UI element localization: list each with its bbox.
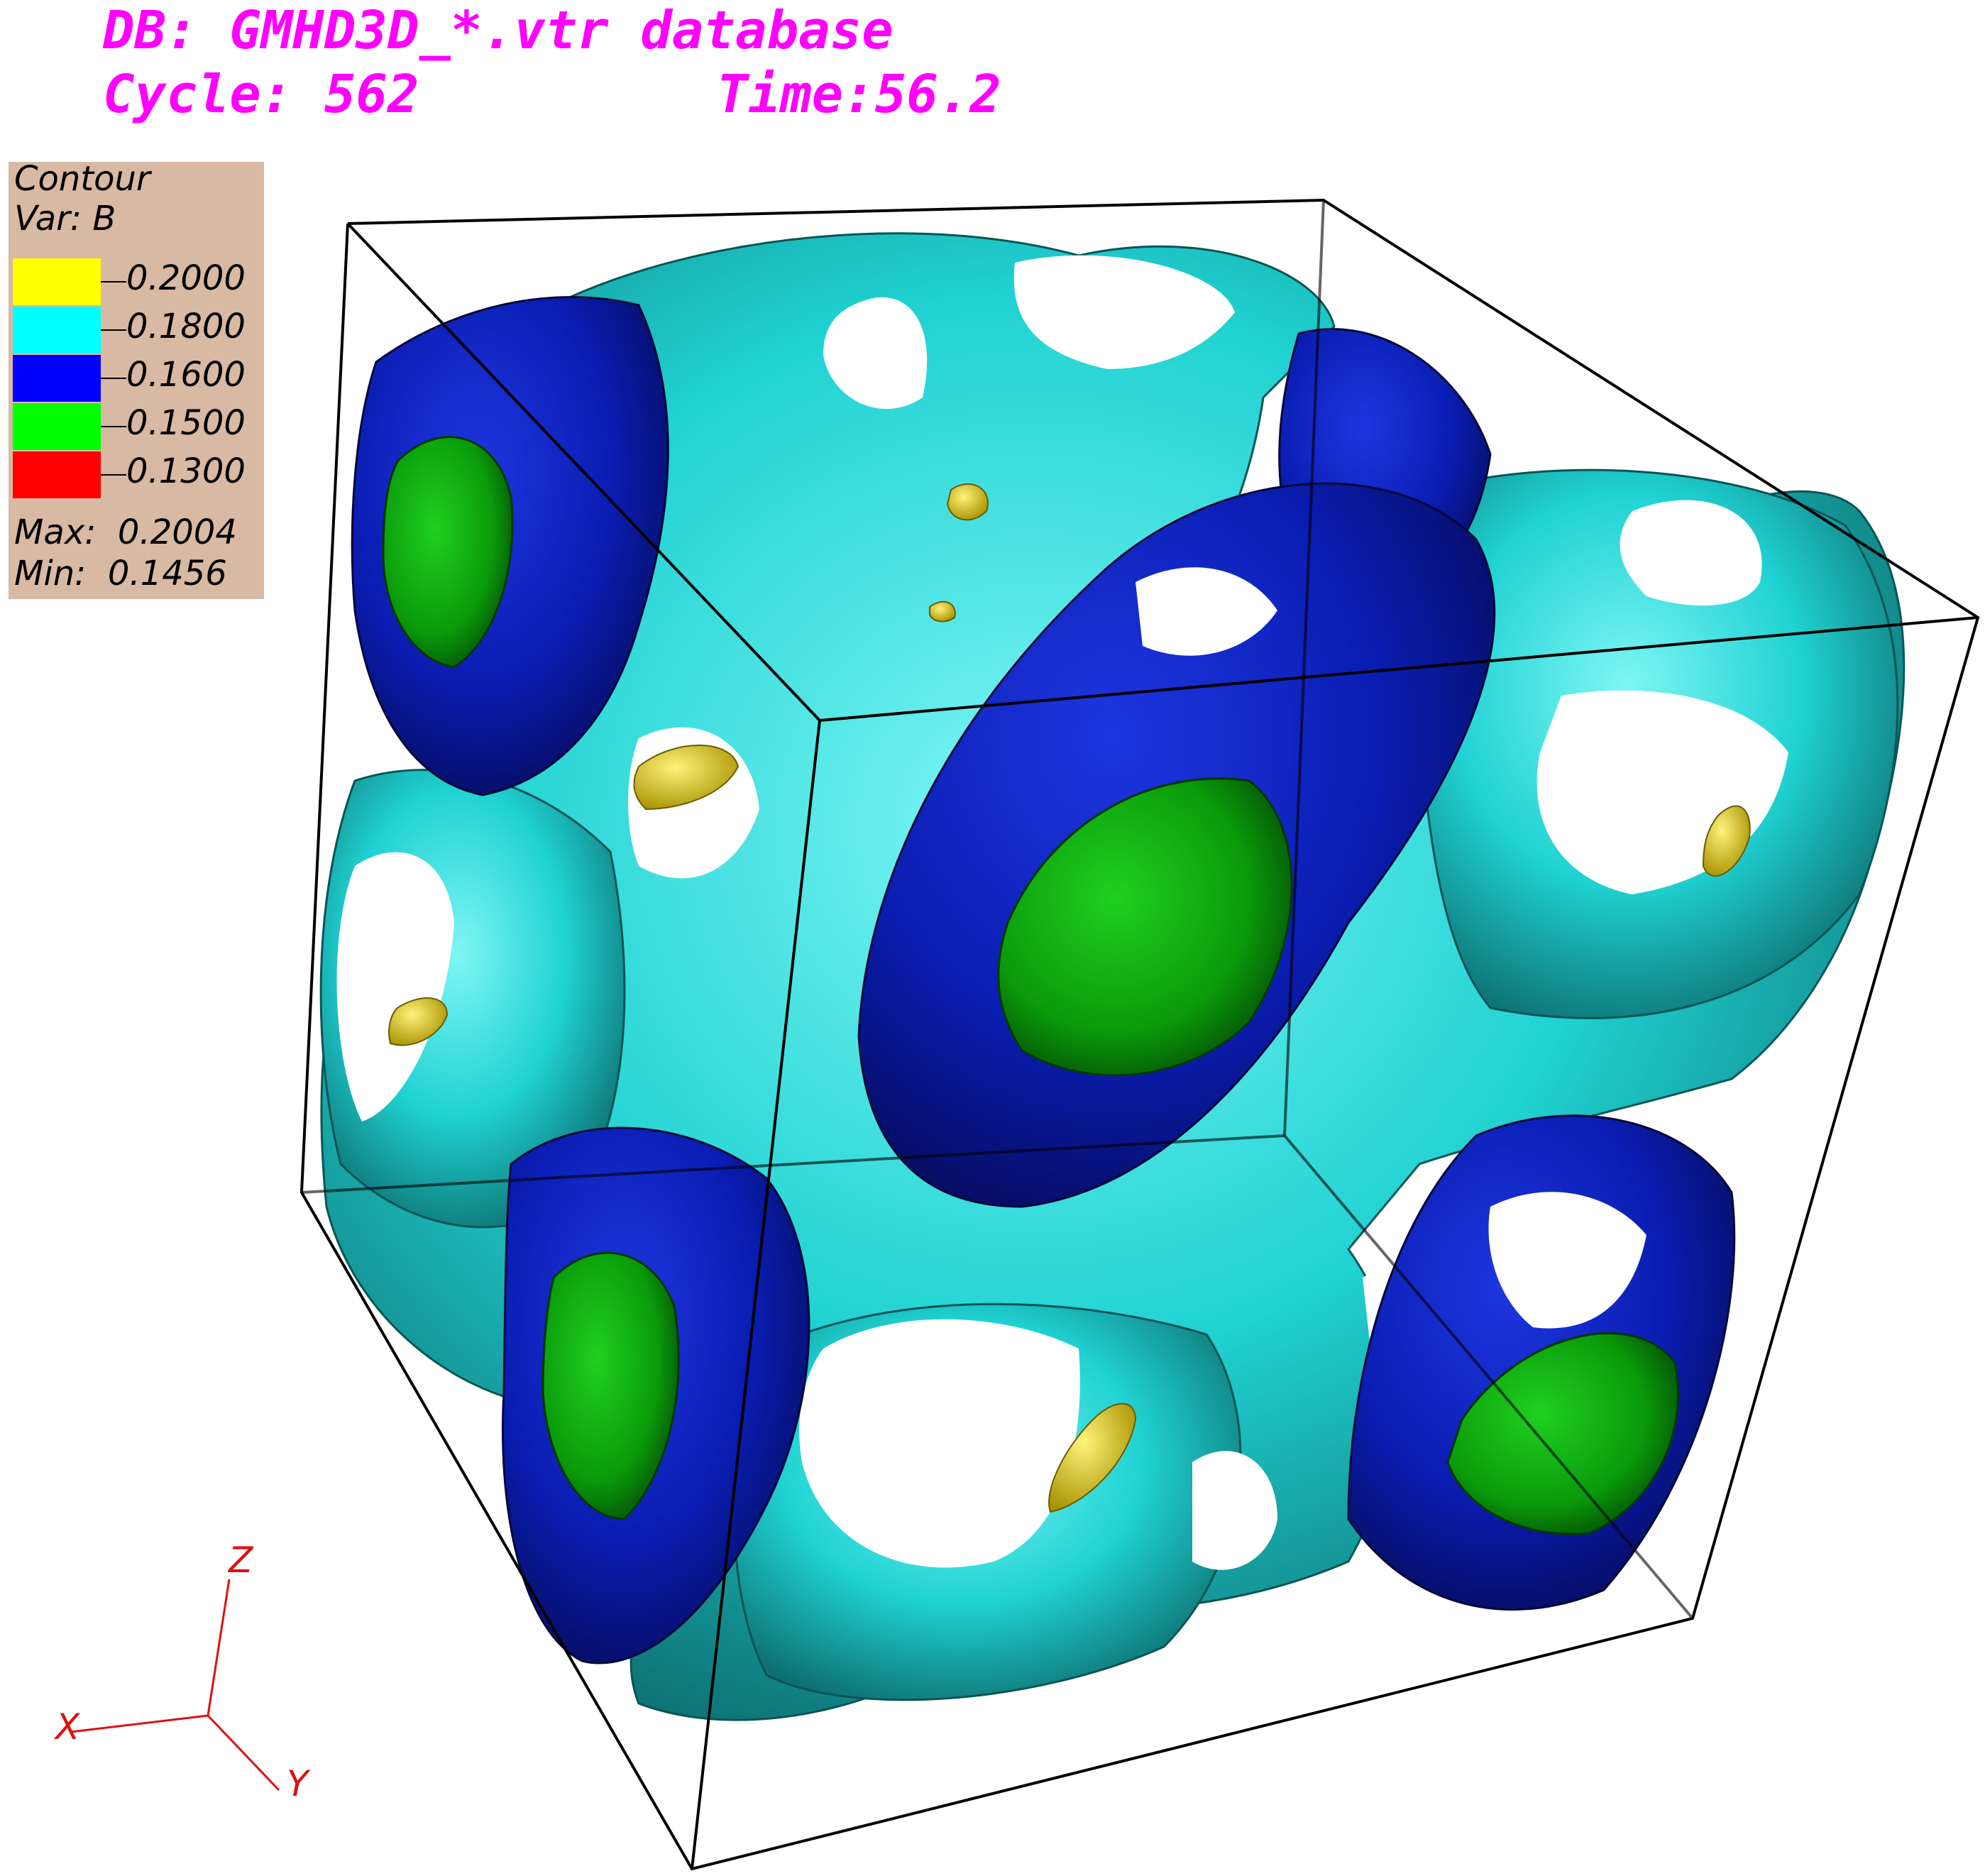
y-axis-line [207,1714,280,1792]
axis-triad [70,1579,280,1792]
z-axis-line [207,1579,231,1716]
x-axis-line [70,1714,209,1733]
render-viewport: Z X Y [53,198,1980,1871]
x-axis-label: X [53,1706,81,1748]
y-axis-label: Y [287,1763,311,1804]
z-axis-label: Z [227,1540,254,1581]
